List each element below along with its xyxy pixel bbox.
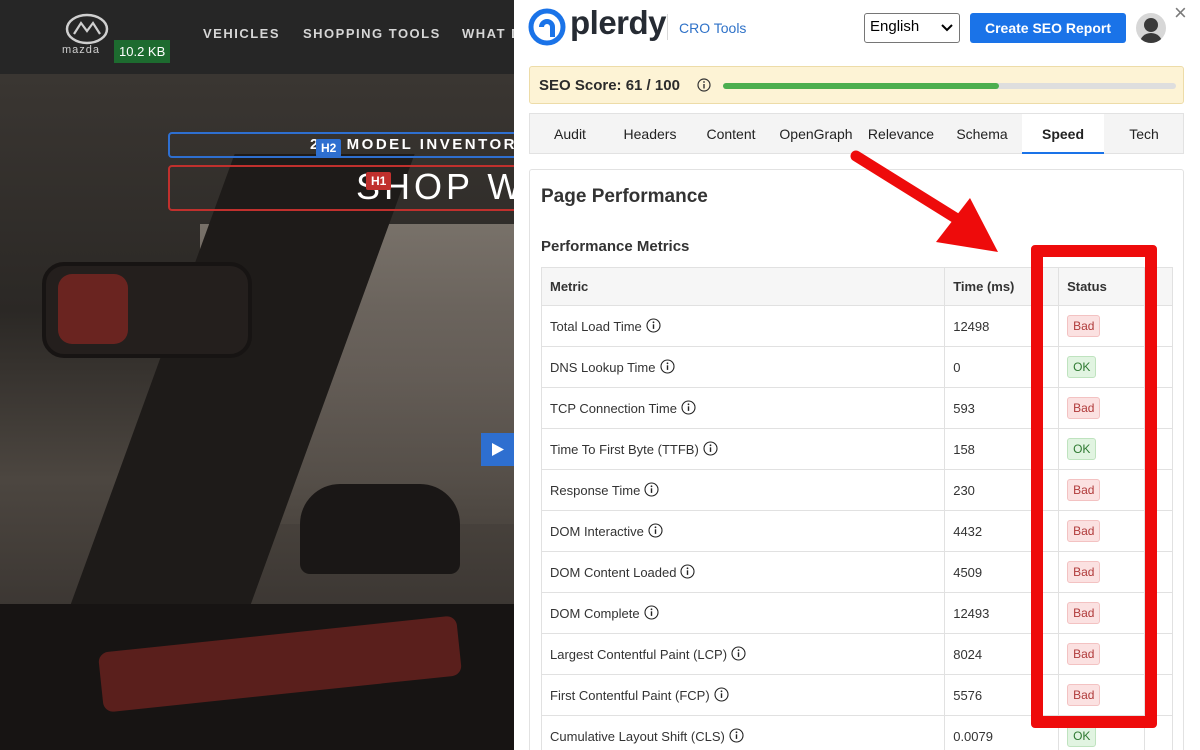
metric-cell: Cumulative Layout Shift (CLS) [540,715,946,750]
tab-tech[interactable]: Tech [1104,114,1184,154]
info-icon[interactable] [680,564,696,579]
seo-score-bar: SEO Score: 61 / 100 [529,66,1184,104]
metric-name: Response Time [550,483,641,498]
create-seo-report-button[interactable]: Create SEO Report [970,13,1126,43]
metric-name: DOM Interactive [550,524,644,539]
metric-cell: TCP Connection Time [540,387,946,429]
tab-opengraph[interactable]: OpenGraph [772,114,860,154]
metric-cell: Largest Contentful Paint (LCP) [540,633,946,675]
play-icon [492,443,504,456]
metric-cell: DOM Interactive [540,510,946,552]
status-highlight-frame [1031,245,1157,728]
page-size-badge: 10.2 KB [114,40,171,63]
tab-bar: Audit Headers Content OpenGraph Relevanc… [529,113,1184,154]
info-icon[interactable] [697,78,711,92]
info-icon[interactable] [648,523,663,538]
metric-name: First Contentful Paint (FCP) [550,688,710,703]
hero-mirror-reflection [58,274,128,344]
nav-what[interactable]: WHAT D [462,26,514,41]
plerdy-brand: plerdy [570,4,667,41]
metric-name: DNS Lookup Time [550,360,656,375]
metric-name: TCP Connection Time [550,401,677,416]
seo-score-label: SEO Score: 61 / 100 [539,77,680,94]
language-select[interactable]: English [864,13,960,43]
tab-speed[interactable]: Speed [1022,114,1104,154]
cro-tools-link[interactable]: CRO Tools [679,20,746,36]
metric-name: DOM Content Loaded [550,565,677,580]
tab-content[interactable]: Content [690,114,772,154]
nav-shopping-tools[interactable]: SHOPPING TOOLS [303,26,441,41]
metric-cell: DOM Complete [540,592,946,634]
background-website: mazda 10.2 KB VEHICLES SHOPPING TOOLS WH… [0,0,514,750]
metric-cell: Response Time [540,469,946,511]
logo-divider [667,14,668,40]
header-metric: Metric [540,267,946,306]
metric-name: Time To First Byte (TTFB) [550,442,699,457]
tab-relevance[interactable]: Relevance [860,114,942,154]
subsection-title: Performance Metrics [541,238,690,255]
status-badge: OK [1067,725,1097,747]
section-title: Page Performance [541,186,708,207]
h2-tag: H2 [316,139,342,157]
red-arrow-icon [850,150,998,252]
site-navbar: mazda 10.2 KB VEHICLES SHOPPING TOOLS WH… [0,0,514,74]
info-icon[interactable] [646,318,661,333]
info-icon[interactable] [644,482,659,497]
info-icon[interactable] [644,605,659,620]
play-button[interactable] [481,433,514,466]
metric-cell: DNS Lookup Time [540,346,946,388]
info-icon[interactable] [714,687,729,702]
metric-cell: First Contentful Paint (FCP) [540,674,946,716]
metric-name: DOM Complete [550,606,640,621]
language-value: English [870,18,920,35]
info-icon[interactable] [729,728,744,743]
user-avatar-icon [1140,18,1162,43]
info-icon[interactable] [681,400,696,415]
hero-side-mirror [300,484,460,574]
chevron-down-icon [941,24,953,32]
seo-score-track [723,83,1176,89]
close-icon[interactable]: × [1174,0,1187,26]
plerdy-logo-icon [528,8,566,46]
info-icon[interactable] [731,646,746,661]
tab-headers[interactable]: Headers [610,114,690,154]
avatar[interactable] [1136,13,1166,43]
tab-schema[interactable]: Schema [942,114,1022,154]
metric-cell: Total Load Time [540,305,946,347]
metric-cell: Time To First Byte (TTFB) [540,428,946,470]
metric-name: Largest Contentful Paint (LCP) [550,647,728,662]
metric-name: Total Load Time [550,319,642,334]
metric-name: Cumulative Layout Shift (CLS) [550,729,725,744]
metric-cell: DOM Content Loaded [540,551,946,593]
seo-score-fill [723,83,1000,89]
info-icon[interactable] [659,359,675,374]
info-icon[interactable] [703,441,718,456]
logo-wordmark: mazda [62,44,101,56]
h1-tag: H1 [366,172,392,190]
tab-audit[interactable]: Audit [530,114,610,154]
nav-vehicles[interactable]: VEHICLES [203,26,280,41]
